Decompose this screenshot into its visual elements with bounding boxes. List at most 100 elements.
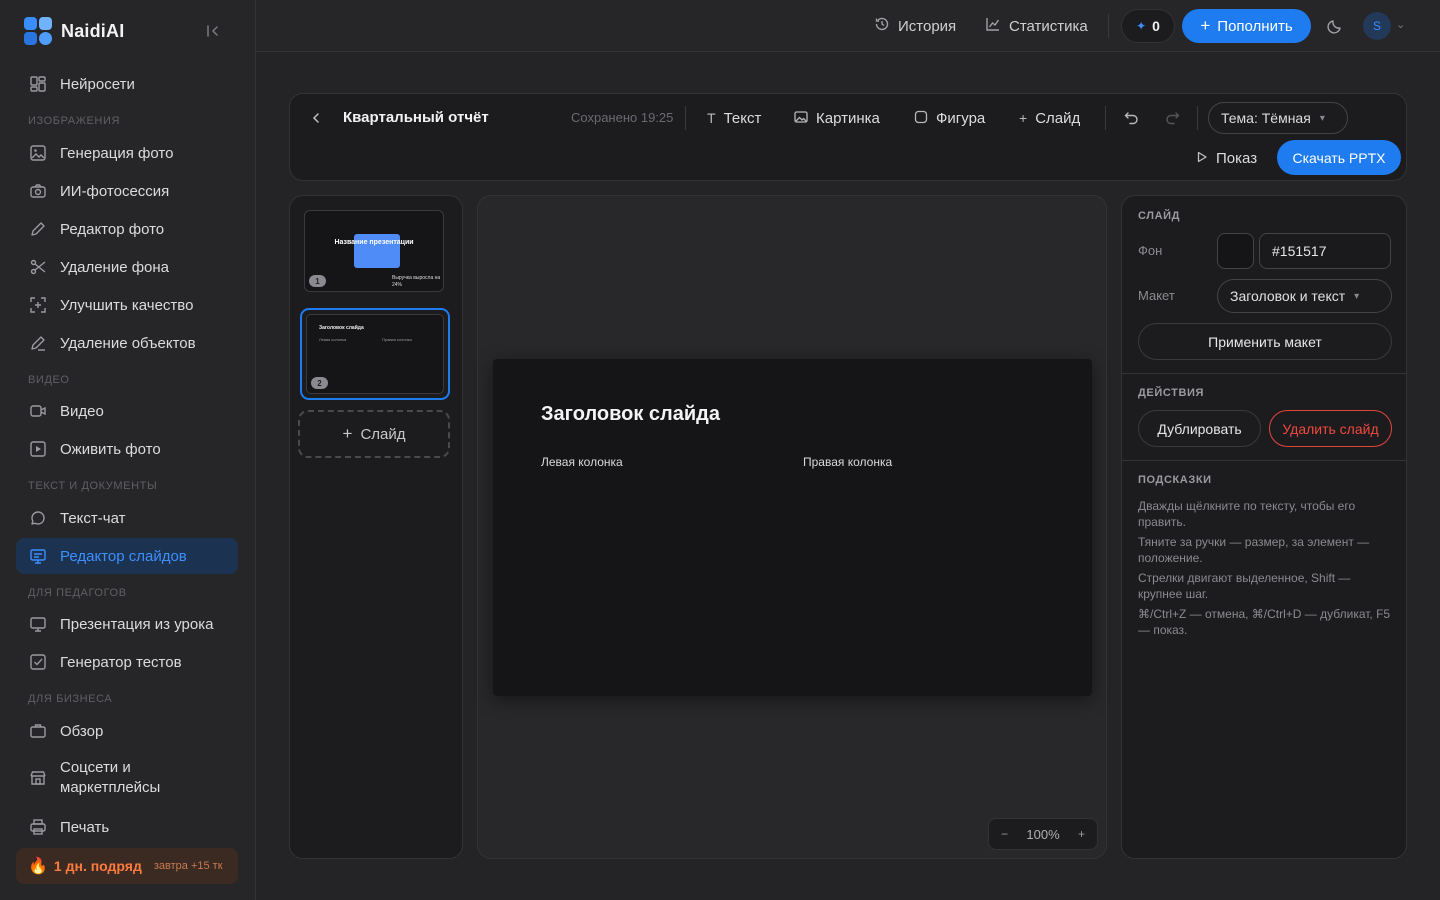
back-chevron-icon[interactable] [306, 108, 326, 128]
add-slide-label: Слайд [360, 425, 406, 443]
undo-icon[interactable] [1121, 107, 1143, 129]
app: NaidiAI Нейросети ИЗОБРАЖЕНИЯ Генерация … [0, 0, 1440, 900]
sidebar-item-label: Соцсети и маркетплейсы [60, 759, 161, 796]
hint-text: Дважды щёлкните по тексту, чтобы его пра… [1138, 499, 1356, 529]
logo-icon [24, 17, 52, 45]
chevron-down-icon: ▾ [1354, 290, 1360, 302]
sidebar-item-photo-generation[interactable]: Генерация фото [16, 135, 238, 171]
printer-icon [28, 817, 48, 837]
stats-label: Статистика [1009, 17, 1088, 35]
sidebar-item-label: Удаление фона [60, 258, 170, 276]
add-slide-toolbar-button[interactable]: + Слайд [1019, 107, 1080, 129]
sidebar-item-remove-objects[interactable]: Удаление объектов [16, 325, 238, 361]
eraser-icon [28, 333, 48, 353]
background-color-swatch[interactable] [1217, 233, 1254, 269]
slide-left-column[interactable]: Левая колонка [541, 455, 623, 469]
sidebar-item-photo-editor[interactable]: Редактор фото [16, 211, 238, 247]
briefcase-icon [28, 721, 48, 741]
slide-thumbnail-1[interactable]: Название презентации Выручка выросла на … [304, 210, 444, 292]
redo-icon[interactable] [1161, 107, 1183, 129]
plus-icon: + [1019, 110, 1028, 126]
stats-link[interactable]: Статистика [985, 14, 1088, 38]
brand[interactable]: NaidiAI [24, 16, 124, 46]
add-image-button[interactable]: Картинка [794, 107, 880, 129]
slide-title[interactable]: Заголовок слайда [541, 403, 720, 426]
avatar[interactable]: S [1363, 12, 1391, 40]
chat-bubble-icon [28, 508, 48, 528]
apply-layout-button[interactable]: Применить макет [1138, 323, 1392, 360]
zoom-level: 100% [1026, 826, 1060, 842]
actions-section-header: ДЕЙСТВИЯ [1138, 387, 1205, 399]
slide-thumbnail-2[interactable]: Заголовок слайда Левая колонка Правая ко… [300, 308, 450, 400]
camera-icon [28, 181, 48, 201]
delete-slide-button[interactable]: Удалить слайд [1269, 410, 1392, 447]
zoom-out-button[interactable]: − [1001, 827, 1008, 841]
duplicate-slide-button[interactable]: Дублировать [1138, 410, 1261, 447]
document-title[interactable]: Квартальный отчёт [343, 109, 489, 126]
sidebar-item-label: Оживить фото [60, 440, 161, 458]
sidebar: NaidiAI Нейросети ИЗОБРАЖЕНИЯ Генерация … [0, 0, 256, 900]
slide-right-column[interactable]: Правая колонка [803, 455, 892, 469]
section-teachers: ДЛЯ ПЕДАГОГОВ [28, 587, 127, 599]
toolbar-divider [685, 106, 686, 130]
sidebar-item-ai-photoshoot[interactable]: ИИ-фотосессия [16, 173, 238, 209]
moon-icon[interactable] [1324, 15, 1346, 37]
sidebar-item-test-generator[interactable]: Генератор тестов [16, 644, 238, 680]
streak-badge[interactable]: 🔥 1 дн. подряд завтра +15 тк [16, 848, 238, 884]
credits-badge[interactable]: ✦ 0 [1121, 9, 1175, 43]
sidebar-item-label: Редактор слайдов [60, 547, 187, 565]
add-text-label: Текст [723, 109, 762, 127]
sidebar-item-overview[interactable]: Обзор [16, 713, 238, 749]
thumbnail-title: Заголовок слайда [319, 325, 364, 331]
theme-select[interactable]: Тема: Тёмная ▾ [1208, 102, 1348, 134]
topup-button[interactable]: + Пополнить [1182, 9, 1311, 43]
history-icon [874, 16, 890, 36]
chevron-down-icon: ▾ [1319, 112, 1325, 124]
fire-icon: 🔥 [28, 858, 48, 875]
sidebar-item-social-marketplaces[interactable]: Соцсети и маркетплейсы [16, 754, 238, 802]
sidebar-item-upscale[interactable]: Улучшить качество [16, 287, 238, 323]
plus-icon: + [1200, 16, 1211, 35]
thumbnail-left-column: Левая колонка [319, 337, 347, 342]
sidebar-item-networks[interactable]: Нейросети [16, 66, 238, 102]
section-text-docs: ТЕКСТ И ДОКУМЕНТЫ [28, 480, 158, 492]
chevron-down-icon[interactable]: ⌄ [1396, 18, 1405, 31]
add-slide-button[interactable]: + Слайд [298, 410, 450, 458]
slide-section-header: СЛАЙД [1138, 210, 1181, 222]
sidebar-item-label: Улучшить качество [60, 296, 194, 314]
video-camera-icon [28, 401, 48, 421]
sidebar-item-animate-photo[interactable]: Оживить фото [16, 431, 238, 467]
streak-bonus: завтра +15 тк [153, 860, 223, 872]
slide-canvas[interactable]: Заголовок слайда Левая колонка Правая ко… [493, 359, 1092, 696]
add-slide-toolbar-label: Слайд [1035, 109, 1081, 127]
sidebar-item-slide-editor[interactable]: Редактор слайдов [16, 538, 238, 574]
sidebar-item-remove-bg[interactable]: Удаление фона [16, 249, 238, 285]
sidebar-item-label: Презентация из урока [60, 615, 214, 633]
monitor-icon [28, 614, 48, 634]
sidebar-item-lesson-presentation[interactable]: Презентация из урока [16, 606, 238, 642]
toolbar-divider [1105, 106, 1106, 130]
present-button[interactable]: Показ [1196, 147, 1257, 169]
streak-days: 1 дн. подряд [53, 858, 142, 874]
add-shape-button[interactable]: Фигура [914, 107, 985, 129]
background-hex-input[interactable] [1259, 233, 1391, 269]
sidebar-item-text-chat[interactable]: Текст-чат [16, 500, 238, 536]
sidebar-item-print[interactable]: Печать [16, 809, 238, 845]
history-label: История [898, 17, 957, 35]
properties-panel: СЛАЙД Фон Макет Заголовок и текст ▾ Прим… [1121, 195, 1407, 859]
saved-status: Сохранено 19:25 [571, 110, 674, 125]
thumbnail-title: Название презентации [334, 239, 414, 246]
slides-panel: Название презентации Выручка выросла на … [289, 195, 463, 859]
history-link[interactable]: История [874, 14, 956, 38]
checkbox-icon [28, 652, 48, 672]
collapse-sidebar-icon[interactable] [203, 22, 223, 40]
zoom-in-button[interactable]: + [1078, 827, 1085, 841]
download-pptx-button[interactable]: Скачать PPTX [1277, 140, 1401, 175]
thumbnail-stat: Выручка выросла на 24% [392, 275, 441, 288]
add-text-button[interactable]: T Текст [707, 107, 761, 129]
layout-select[interactable]: Заголовок и текст ▾ [1217, 279, 1392, 313]
sidebar-item-label: Удаление объектов [60, 334, 196, 352]
sidebar-item-video[interactable]: Видео [16, 393, 238, 429]
zoom-control: − 100% + [988, 818, 1098, 850]
grid-icon [28, 74, 48, 94]
